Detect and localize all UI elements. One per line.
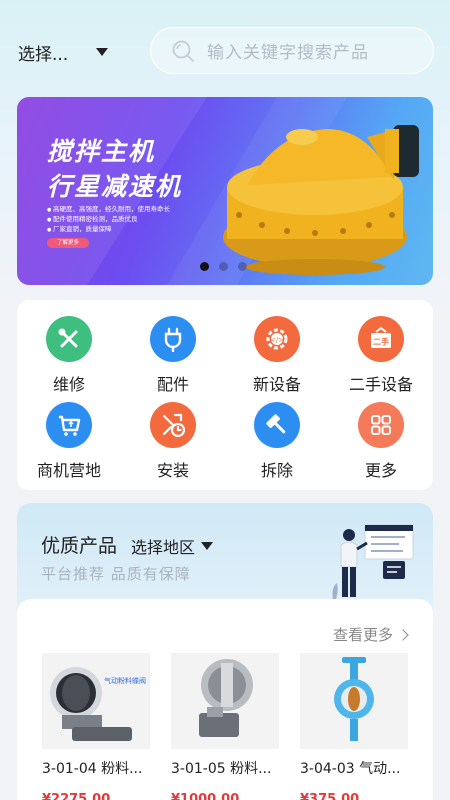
- chevron-down-icon: [201, 542, 214, 550]
- product-card[interactable]: 气动粉料蝶阀 3-01-04 粉料... ¥2275.00: [42, 653, 150, 800]
- category-label: 商机营地: [36, 461, 101, 480]
- banner-bullets: 高硬度、高强度，经久耐用，使用寿命长 配件使用精密检测，品质优良 厂家直销，质量…: [47, 205, 170, 235]
- banner-bullet: 配件使用精密检测，品质优良: [47, 215, 170, 225]
- region-select[interactable]: 选择...: [18, 38, 109, 66]
- search-placeholder: 输入关键字搜索产品: [207, 43, 369, 63]
- category-more[interactable]: 更多: [329, 402, 433, 481]
- category-label: 新设备: [252, 375, 301, 394]
- product-price: ¥1000.00: [171, 792, 240, 800]
- product-card[interactable]: 3-01-05 粉料... ¥1000.00: [171, 653, 279, 800]
- wrench-screwdriver-icon: [46, 316, 92, 362]
- category-business-camp[interactable]: 商机营地: [17, 402, 121, 481]
- pagination-dot-active[interactable]: [200, 262, 209, 271]
- product-name: 3-04-03 气动...: [300, 761, 401, 777]
- category-install[interactable]: 安装: [121, 402, 225, 481]
- banner-bullet: 高硬度、高强度，经久耐用，使用寿命长: [47, 205, 170, 215]
- category-used-equipment[interactable]: 二手 二手设备: [329, 316, 433, 395]
- banner-title-line1: 搅拌主机: [47, 137, 156, 166]
- product-price: ¥375.00: [300, 792, 360, 800]
- product-name: 3-01-04 粉料...: [42, 761, 143, 777]
- category-dismantle[interactable]: 拆除: [225, 402, 329, 481]
- person-presentation-illustration: [332, 524, 414, 601]
- section-title: 优质产品: [41, 535, 118, 557]
- svg-text:二手: 二手: [373, 337, 389, 347]
- category-label: 维修: [52, 375, 85, 394]
- region-select-label: 选择...: [18, 44, 69, 65]
- category-new-equipment[interactable]: </> 新设备: [225, 316, 329, 395]
- product-image: [171, 653, 279, 749]
- grid-icon: [358, 402, 404, 448]
- banner-title-line2: 行星减速机: [47, 172, 183, 201]
- banner-bullet: 厂家直销，质量保障: [47, 225, 170, 235]
- banner-pagination[interactable]: [200, 262, 247, 271]
- category-parts[interactable]: 配件: [121, 316, 225, 395]
- view-more-link[interactable]: 查看更多: [332, 624, 409, 645]
- category-label: 安装: [156, 461, 189, 480]
- hammer-icon: [254, 402, 300, 448]
- search-input[interactable]: 输入关键字搜索产品: [150, 27, 434, 74]
- section-subtitle: 平台推荐 品质有保障: [41, 565, 191, 583]
- category-label: 配件: [156, 375, 189, 394]
- top-bar: 选择... 输入关键字搜索产品: [0, 0, 450, 100]
- product-image: 气动粉料蝶阀: [42, 653, 150, 749]
- view-more-label: 查看更多: [332, 626, 393, 644]
- quality-products-section: 优质产品 选择地区 平台推荐 品质有保障 查看更多 气动粉料蝶阀 3-01-04…: [17, 503, 433, 800]
- search-icon: [172, 40, 194, 62]
- second-hand-sign-icon: 二手: [358, 316, 404, 362]
- pagination-dot[interactable]: [219, 262, 228, 271]
- product-image-caption: 气动粉料蝶阀: [104, 676, 146, 685]
- category-label: 更多: [364, 461, 397, 480]
- chevron-right-icon: [397, 628, 409, 641]
- chevron-down-icon: [96, 48, 109, 56]
- cart-icon: [46, 402, 92, 448]
- pagination-dot[interactable]: [238, 262, 247, 271]
- tools-clock-icon: [150, 402, 196, 448]
- product-image: [300, 653, 408, 749]
- banner-learn-more-button[interactable]: 了解更多: [47, 238, 89, 248]
- category-label: 拆除: [260, 461, 293, 480]
- region-filter[interactable]: 选择地区: [131, 534, 214, 558]
- gear-code-icon: </>: [254, 316, 300, 362]
- product-card[interactable]: 3-04-03 气动... ¥375.00: [300, 653, 408, 800]
- promo-banner[interactable]: 搅拌主机 行星减速机 高硬度、高强度，经久耐用，使用寿命长 配件使用精密检测，品…: [17, 97, 433, 285]
- plug-icon: [150, 316, 196, 362]
- category-repair[interactable]: 维修: [17, 316, 121, 395]
- category-grid: 维修 配件 </> 新设备 二手 二手设备 商机营地 安装 拆除 更多: [17, 300, 433, 490]
- product-price: ¥2275.00: [42, 792, 111, 800]
- category-label: 二手设备: [348, 375, 413, 394]
- region-filter-label: 选择地区: [131, 538, 196, 557]
- product-name: 3-01-05 粉料...: [171, 761, 272, 777]
- svg-text:</>: </>: [270, 336, 284, 344]
- gear-reducer-image: [223, 125, 419, 275]
